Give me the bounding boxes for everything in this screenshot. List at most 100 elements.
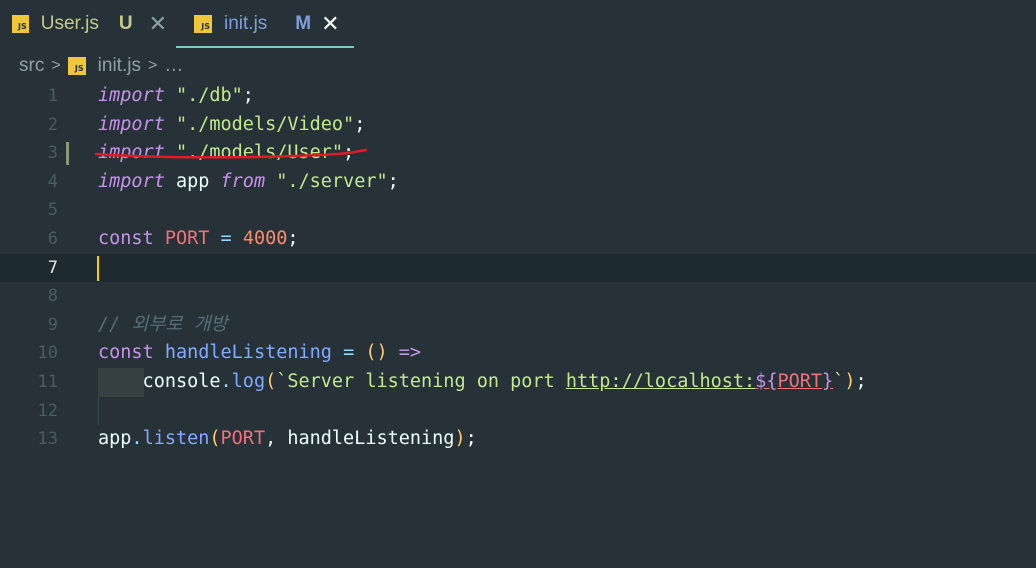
- code-token: ;: [287, 227, 299, 249]
- javascript-file-icon: JS: [194, 15, 212, 33]
- code-token: =>: [398, 342, 422, 364]
- close-icon[interactable]: ✕: [149, 11, 167, 37]
- code-text: import "./db";: [98, 82, 254, 111]
- code-text: import app from "./server";: [98, 168, 399, 197]
- javascript-file-icon: JS: [67, 57, 86, 75]
- code-token: ;: [242, 85, 254, 106]
- code-token: from: [220, 170, 266, 192]
- breadcrumb-symbols[interactable]: …: [164, 55, 183, 77]
- code-token: , handleListening: [265, 428, 455, 450]
- code-token: http://localhost:: [565, 370, 756, 392]
- code-token: 4000: [242, 227, 288, 249]
- code-token: PORT: [164, 227, 210, 249]
- code-line[interactable]: 9 // 외부로 개방: [0, 311, 1036, 340]
- code-token: (: [265, 370, 277, 392]
- code-token: const: [98, 227, 154, 249]
- tab-label: User.js: [40, 13, 99, 34]
- line-number: 10: [37, 343, 58, 364]
- code-token: app: [164, 170, 221, 192]
- red-underline-annotation: [94, 148, 368, 159]
- git-status-badge: M: [295, 13, 312, 34]
- tab-bar: JS User.js U ✕ JS init.js M ✕: [0, 0, 1036, 48]
- code-token: =: [220, 227, 232, 249]
- code-line[interactable]: 8: [0, 282, 1036, 311]
- code-line[interactable]: 7: [0, 253, 1036, 283]
- tab-user-js[interactable]: JS User.js U ✕: [12, 0, 167, 48]
- code-text: const handleListening = () =>: [98, 339, 421, 368]
- active-tab-indicator: [176, 46, 354, 48]
- line-number: 11: [37, 371, 58, 392]
- code-line[interactable]: 6 const PORT = 4000;: [0, 225, 1036, 254]
- code-token: listen: [142, 428, 210, 450]
- line-number: 8: [47, 286, 58, 307]
- indent-guide: [98, 396, 99, 426]
- line-number: 12: [37, 400, 58, 421]
- tab-init-js[interactable]: JS init.js M ✕: [176, 0, 354, 48]
- code-token: import: [98, 113, 165, 135]
- line-number: 2: [47, 114, 58, 135]
- code-token: `: [833, 370, 845, 392]
- code-token: console: [98, 370, 221, 392]
- code-token: "./db": [175, 85, 243, 106]
- line-number: 13: [37, 429, 58, 450]
- code-line[interactable]: 11 console.log(`Server listening on port…: [0, 367, 1036, 397]
- code-line[interactable]: 1 import "./db";: [0, 82, 1036, 111]
- code-line[interactable]: 4 import app from "./server";: [0, 168, 1036, 197]
- code-token: .: [131, 428, 143, 450]
- code-text: console.log(`Server listening on port ht…: [98, 368, 867, 397]
- code-line[interactable]: 10 const handleListening = () =>: [0, 339, 1036, 368]
- code-token: ;: [855, 370, 867, 392]
- code-token: ;: [387, 170, 399, 192]
- code-token: import: [98, 85, 165, 106]
- code-line[interactable]: 13 app.listen(PORT, handleListening);: [0, 425, 1036, 454]
- code-token: // 외부로 개방: [98, 313, 228, 335]
- line-number: 9: [47, 314, 58, 335]
- chevron-right-icon: >: [51, 57, 61, 74]
- code-token: import: [98, 170, 165, 192]
- tab-label: init.js: [224, 13, 268, 34]
- code-token: =: [343, 342, 355, 364]
- chevron-right-icon: >: [147, 57, 158, 74]
- line-number: 4: [47, 171, 58, 192]
- text-cursor: [97, 255, 99, 281]
- code-token: ): [844, 370, 856, 392]
- code-token: app: [98, 428, 132, 450]
- breadcrumb: src > JS init.js > …: [19, 54, 183, 78]
- line-number: 7: [47, 257, 58, 278]
- breadcrumb-folder[interactable]: src: [19, 55, 44, 77]
- code-text: const PORT = 4000;: [98, 225, 299, 254]
- breadcrumb-file[interactable]: init.js: [98, 55, 141, 77]
- code-token: "./server": [276, 170, 388, 192]
- git-modified-gutter-marker: [66, 142, 69, 166]
- code-token: (): [365, 342, 388, 364]
- code-token: ;: [354, 113, 366, 135]
- code-token: log: [231, 370, 266, 392]
- code-token: PORT: [777, 370, 823, 392]
- code-token: ;: [465, 428, 477, 450]
- code-token: (: [209, 428, 221, 450]
- code-line[interactable]: 12: [0, 396, 1036, 426]
- code-text: // 외부로 개방: [98, 311, 228, 340]
- git-status-badge: U: [118, 13, 133, 34]
- code-token: ): [454, 428, 466, 450]
- code-token: .: [220, 370, 232, 392]
- code-line[interactable]: 5: [0, 196, 1036, 225]
- code-line[interactable]: 2 import "./models/Video";: [0, 111, 1036, 140]
- code-token: PORT: [220, 428, 266, 450]
- code-editor[interactable]: 1 import "./db"; 2 import "./models/Video";…: [0, 82, 1036, 454]
- code-token: `Server listening on port: [276, 370, 566, 392]
- code-token: ${: [755, 370, 778, 392]
- code-text: import "./models/Video";: [98, 111, 365, 140]
- code-token: }: [822, 370, 834, 392]
- code-token: const: [98, 342, 154, 364]
- close-icon[interactable]: ✕: [321, 11, 339, 37]
